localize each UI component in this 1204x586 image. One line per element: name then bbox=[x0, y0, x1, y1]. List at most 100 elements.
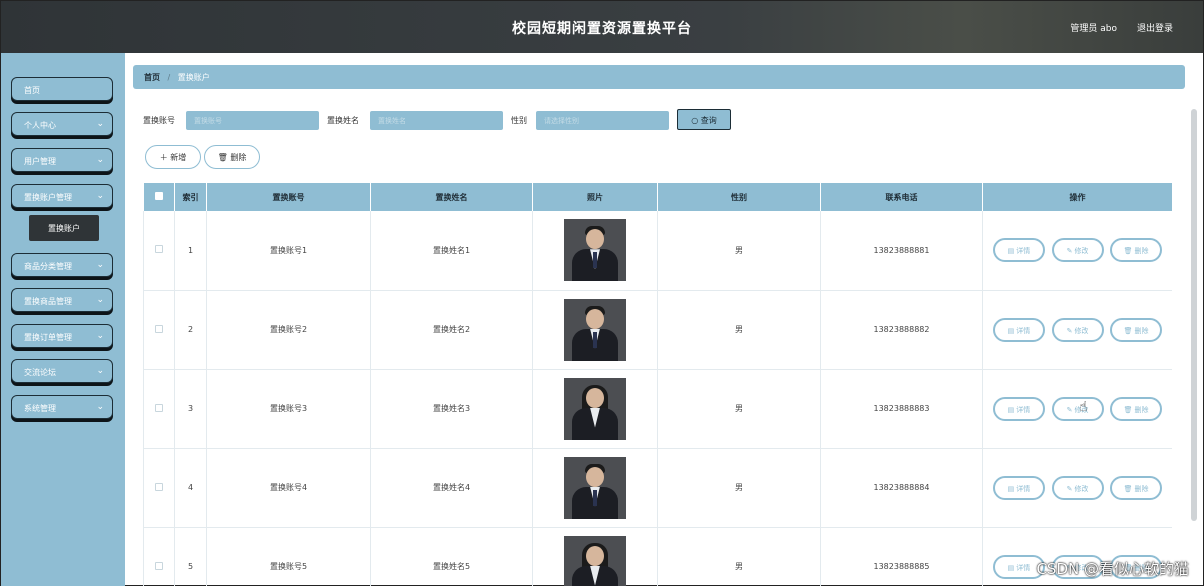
row-actions: ▤ 详情 ✎ 修改 🗑 删除 bbox=[982, 211, 1172, 291]
sidebar-item-home[interactable]: 首页 bbox=[11, 77, 113, 101]
row-delete-button[interactable]: 🗑 删除 bbox=[1110, 396, 1163, 421]
row-photo bbox=[532, 527, 658, 586]
detail-button[interactable]: ▤ 详情 bbox=[992, 317, 1045, 342]
trash-icon: 🗑 bbox=[217, 153, 228, 162]
plus-icon: ＋ bbox=[159, 153, 168, 162]
col-phone: 联系电话 bbox=[820, 183, 983, 211]
sidebar-item-label: 首页 bbox=[24, 86, 40, 95]
detail-button[interactable]: ▤ 详情 bbox=[992, 238, 1045, 263]
chevron-down-icon: ⌄ bbox=[96, 295, 104, 305]
main-content: 首页 / 置换账户 置换账号 置换姓名 性别 ○ 查询 ＋ 新增 🗑 删除 bbox=[125, 53, 1203, 586]
table-row: 4 置换账号4 置换姓名4 男 13823888884 ▤ 详情 ✎ 修改 🗑 删除 bbox=[143, 448, 1172, 528]
pencil-icon: ✎ bbox=[1066, 326, 1073, 335]
submenu-item-account[interactable]: 置换账户 bbox=[29, 215, 99, 241]
chevron-down-icon: ⌄ bbox=[96, 331, 104, 341]
data-table: 索引 置换账号 置换姓名 照片 性别 联系电话 操作 1 置换账号1 置换姓名1… bbox=[143, 183, 1172, 586]
sidebar-item-accounts[interactable]: 置换账户管理 ⌄ bbox=[11, 184, 113, 208]
row-gender: 男 bbox=[657, 527, 821, 586]
sidebar-item-users[interactable]: 用户管理 ⌄ bbox=[11, 148, 113, 172]
row-gender: 男 bbox=[657, 290, 821, 370]
admin-name: 管理员 abo bbox=[1070, 24, 1117, 34]
hand-cursor-icon: ☝ bbox=[1079, 399, 1088, 415]
row-actions: ▤ 详情 ✎ 修改 🗑 删除 bbox=[982, 290, 1172, 370]
name-input[interactable] bbox=[370, 111, 503, 130]
row-gender: 男 bbox=[657, 211, 821, 291]
sidebar-item-forum[interactable]: 交流论坛 ⌄ bbox=[11, 359, 113, 383]
detail-button[interactable]: ▤ 详情 bbox=[992, 396, 1045, 421]
vertical-scrollbar[interactable] bbox=[1191, 109, 1197, 521]
document-icon: ▤ bbox=[1007, 484, 1015, 493]
edit-button[interactable]: ✎ 修改 bbox=[1051, 475, 1104, 500]
row-photo bbox=[532, 290, 658, 370]
account-input[interactable] bbox=[186, 111, 319, 130]
edit-button[interactable]: ✎ 修改 bbox=[1051, 238, 1104, 263]
row-actions: ▤ 详情 ✎ 修改 🗑 删除 bbox=[982, 448, 1172, 528]
row-gender: 男 bbox=[657, 448, 821, 528]
sidebar-item-orders[interactable]: 置换订单管理 ⌄ bbox=[11, 324, 113, 348]
sidebar-item-system[interactable]: 系统管理 ⌄ bbox=[11, 395, 113, 419]
row-photo bbox=[532, 369, 658, 449]
row-index: 2 bbox=[174, 290, 207, 370]
table-row: 1 置换账号1 置换姓名1 男 13823888881 ▤ 详情 ✎ 修改 🗑 删除 bbox=[143, 211, 1172, 291]
table-row: 3 置换账号3 置换姓名3 男 13823888883 ▤ 详情 ✎ 修改 🗑 删除 bbox=[143, 369, 1172, 449]
query-button[interactable]: ○ 查询 bbox=[677, 109, 731, 130]
row-phone: 13823888884 bbox=[820, 448, 983, 528]
add-label: 新增 bbox=[170, 153, 187, 162]
logout-link[interactable]: 退出登录 bbox=[1137, 21, 1173, 34]
row-delete-button[interactable]: 🗑 删除 bbox=[1110, 238, 1163, 263]
document-icon: ▤ bbox=[1007, 247, 1015, 256]
account-label: 置换账号 bbox=[143, 116, 175, 125]
avatar bbox=[564, 377, 626, 440]
row-phone: 13823888883 bbox=[820, 369, 983, 449]
row-account: 置换账号2 bbox=[206, 290, 371, 370]
chevron-down-icon: ⌄ bbox=[96, 119, 104, 129]
chevron-down-icon: ⌄ bbox=[96, 366, 104, 376]
trash-icon: 🗑 bbox=[1123, 405, 1133, 414]
row-account: 置换账号3 bbox=[206, 369, 371, 449]
col-photo: 照片 bbox=[532, 183, 658, 211]
row-photo bbox=[532, 211, 658, 291]
row-photo bbox=[532, 448, 658, 528]
row-checkbox[interactable] bbox=[143, 527, 175, 586]
select-all-checkbox[interactable] bbox=[143, 183, 175, 211]
row-checkbox[interactable] bbox=[143, 290, 175, 370]
name-label: 置换姓名 bbox=[327, 116, 359, 125]
row-checkbox[interactable] bbox=[143, 448, 175, 528]
chevron-down-icon: ⌄ bbox=[96, 402, 104, 412]
breadcrumb-separator: / bbox=[167, 73, 171, 82]
sidebar-item-label: 置换账户管理 bbox=[24, 193, 72, 202]
document-icon: ▤ bbox=[1007, 326, 1015, 335]
sidebar-item-personal[interactable]: 个人中心 ⌄ bbox=[11, 112, 113, 136]
app-title: 校园短期闲置资源置换平台 bbox=[512, 21, 692, 37]
sidebar-item-label: 置换商品管理 bbox=[24, 297, 72, 306]
sidebar-item-label: 系统管理 bbox=[24, 404, 56, 413]
row-account: 置换账号5 bbox=[206, 527, 371, 586]
row-delete-button[interactable]: 🗑 删除 bbox=[1110, 475, 1163, 500]
sidebar-item-label: 个人中心 bbox=[24, 121, 56, 130]
row-name: 置换姓名2 bbox=[370, 290, 533, 370]
detail-button[interactable]: ▤ 详情 bbox=[992, 475, 1045, 500]
sidebar-item-label: 商品分类管理 bbox=[24, 262, 72, 271]
sidebar-item-categories[interactable]: 商品分类管理 ⌄ bbox=[11, 253, 113, 277]
row-checkbox[interactable] bbox=[143, 369, 175, 449]
sidebar-item-label: 用户管理 bbox=[24, 157, 56, 166]
breadcrumb-home[interactable]: 首页 bbox=[144, 73, 160, 82]
table-row: 5 置换账号5 置换姓名5 男 13823888885 ▤ 详情 ✎ 修改 🗑 删除 bbox=[143, 527, 1172, 586]
add-button[interactable]: ＋ 新增 bbox=[145, 145, 201, 169]
edit-button[interactable]: ✎ 修改 bbox=[1051, 396, 1104, 421]
trash-icon: 🗑 bbox=[1123, 484, 1133, 493]
chevron-down-icon: ⌄ bbox=[96, 260, 104, 270]
chevron-down-icon: ⌄ bbox=[96, 155, 104, 165]
sidebar-item-goods[interactable]: 置换商品管理 ⌄ bbox=[11, 288, 113, 312]
row-phone: 13823888881 bbox=[820, 211, 983, 291]
row-name: 置换姓名5 bbox=[370, 527, 533, 586]
row-index: 5 bbox=[174, 527, 207, 586]
gender-select[interactable] bbox=[536, 111, 669, 130]
row-account: 置换账号4 bbox=[206, 448, 371, 528]
row-delete-button[interactable]: 🗑 删除 bbox=[1110, 317, 1163, 342]
delete-button[interactable]: 🗑 删除 bbox=[204, 145, 260, 169]
sidebar: 首页 个人中心 ⌄ 用户管理 ⌄ 置换账户管理 ⌄ 置换账户 商品分类管理 ⌄ … bbox=[1, 53, 125, 586]
edit-button[interactable]: ✎ 修改 bbox=[1051, 317, 1104, 342]
row-checkbox[interactable] bbox=[143, 211, 175, 291]
pencil-icon: ✎ bbox=[1066, 484, 1073, 493]
